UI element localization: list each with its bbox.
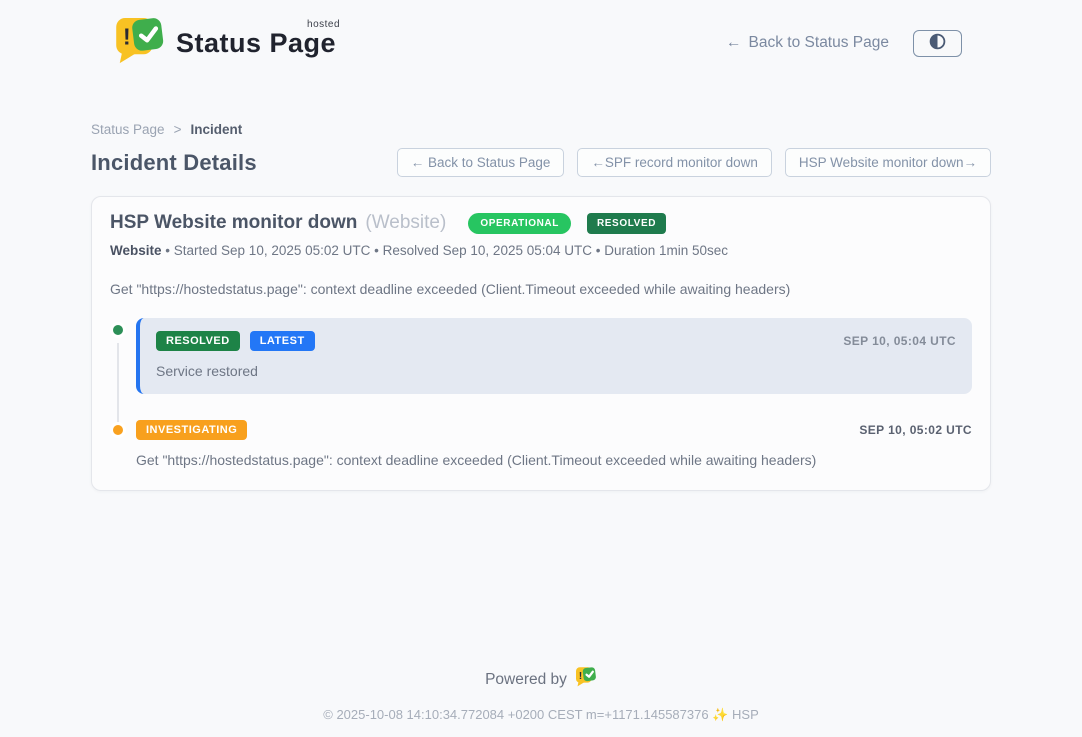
resolved-timeline-dot [110, 322, 126, 338]
investigating-update-badge: INVESTIGATING [136, 420, 247, 440]
main-content: Status Page > Incident Incident Details … [91, 122, 991, 723]
resolved-status-badge: RESOLVED [587, 213, 666, 234]
app-logo[interactable]: ! Status Page hosted [116, 18, 336, 69]
contrast-half-circle-icon [929, 33, 946, 53]
incident-component: (Website) [365, 212, 446, 234]
sparkles-icon: ✨ [712, 707, 728, 722]
investigating-update: INVESTIGATING SEP 10, 05:02 UTC Get "htt… [136, 420, 972, 468]
back-to-status-page-button[interactable]: ← Back to Status Page [397, 148, 565, 177]
incident-meta: Website • Started Sep 10, 2025 05:02 UTC… [110, 243, 972, 258]
svg-text:!: ! [123, 23, 131, 49]
update-message: Service restored [156, 363, 956, 379]
incident-meta-component: Website [110, 243, 162, 258]
update-badges: INVESTIGATING [136, 420, 247, 440]
incident-card: HSP Website monitor down (Website) OPERA… [91, 196, 991, 491]
timeline-dot-column [110, 420, 136, 468]
resolved-update-badge: RESOLVED [156, 331, 240, 351]
incident-description: Get "https://hostedstatus.page": context… [110, 281, 972, 297]
left-arrow-icon: ← [726, 34, 742, 52]
theme-toggle-button[interactable] [913, 30, 962, 57]
update-message: Get "https://hostedstatus.page": context… [136, 452, 972, 468]
incident-title-row: HSP Website monitor down (Website) OPERA… [110, 212, 972, 234]
operational-status-badge: OPERATIONAL [468, 213, 571, 234]
incident-timeline: RESOLVED LATEST SEP 10, 05:04 UTC Servic… [110, 318, 972, 468]
brand-suffix: HSP [732, 707, 759, 722]
incident-title: HSP Website monitor down [110, 212, 357, 234]
latest-update-badge: LATEST [250, 331, 315, 351]
header: ! Status Page hosted ← Back to Status Pa… [0, 0, 1082, 72]
update-timestamp: SEP 10, 05:04 UTC [843, 334, 956, 348]
status-page-mini-logo-icon: ! [576, 667, 597, 692]
copyright-line: © 2025-10-08 14:10:34.772084 +0200 CEST … [91, 707, 991, 723]
incident-nav-buttons: ← Back to Status Page ←SPF record monito… [397, 148, 991, 177]
hosted-superscript: hosted [307, 19, 340, 30]
timeline-dot-column [110, 318, 136, 394]
timeline-entry-resolved: RESOLVED LATEST SEP 10, 05:04 UTC Servic… [110, 318, 972, 394]
breadcrumb-status-page-link[interactable]: Status Page [91, 122, 165, 137]
copyright-text: © 2025-10-08 14:10:34.772084 +0200 CEST … [323, 707, 708, 722]
latest-update-box: RESOLVED LATEST SEP 10, 05:04 UTC Servic… [136, 318, 972, 394]
prev-incident-button[interactable]: ←SPF record monitor down [577, 148, 772, 177]
update-timestamp: SEP 10, 05:02 UTC [859, 423, 972, 437]
status-page-logo-icon: ! [116, 18, 166, 69]
timeline-entry-investigating: INVESTIGATING SEP 10, 05:02 UTC Get "htt… [110, 420, 972, 468]
svg-text:!: ! [579, 670, 583, 682]
heading-row: Incident Details ← Back to Status Page ←… [91, 148, 991, 177]
page-title: Incident Details [91, 150, 257, 176]
incident-meta-details: • Started Sep 10, 2025 05:02 UTC • Resol… [165, 243, 728, 258]
brand-name: Status Page hosted [176, 28, 336, 59]
footer: Powered by ! © 2025-10-08 14:10:34.77208… [91, 667, 991, 723]
breadcrumb-current: Incident [190, 122, 242, 137]
header-back-to-status-page-link[interactable]: ← Back to Status Page [726, 34, 889, 52]
powered-by-label: Powered by [485, 671, 567, 689]
update-badges: RESOLVED LATEST [156, 331, 315, 351]
timeline-connector-line [117, 343, 119, 423]
breadcrumb-separator: > [174, 122, 182, 137]
powered-by[interactable]: Powered by ! [485, 667, 597, 692]
next-incident-button[interactable]: HSP Website monitor down→ [785, 148, 991, 177]
breadcrumb: Status Page > Incident [91, 122, 991, 137]
investigating-timeline-dot [110, 422, 126, 438]
header-actions: ← Back to Status Page [726, 30, 962, 57]
